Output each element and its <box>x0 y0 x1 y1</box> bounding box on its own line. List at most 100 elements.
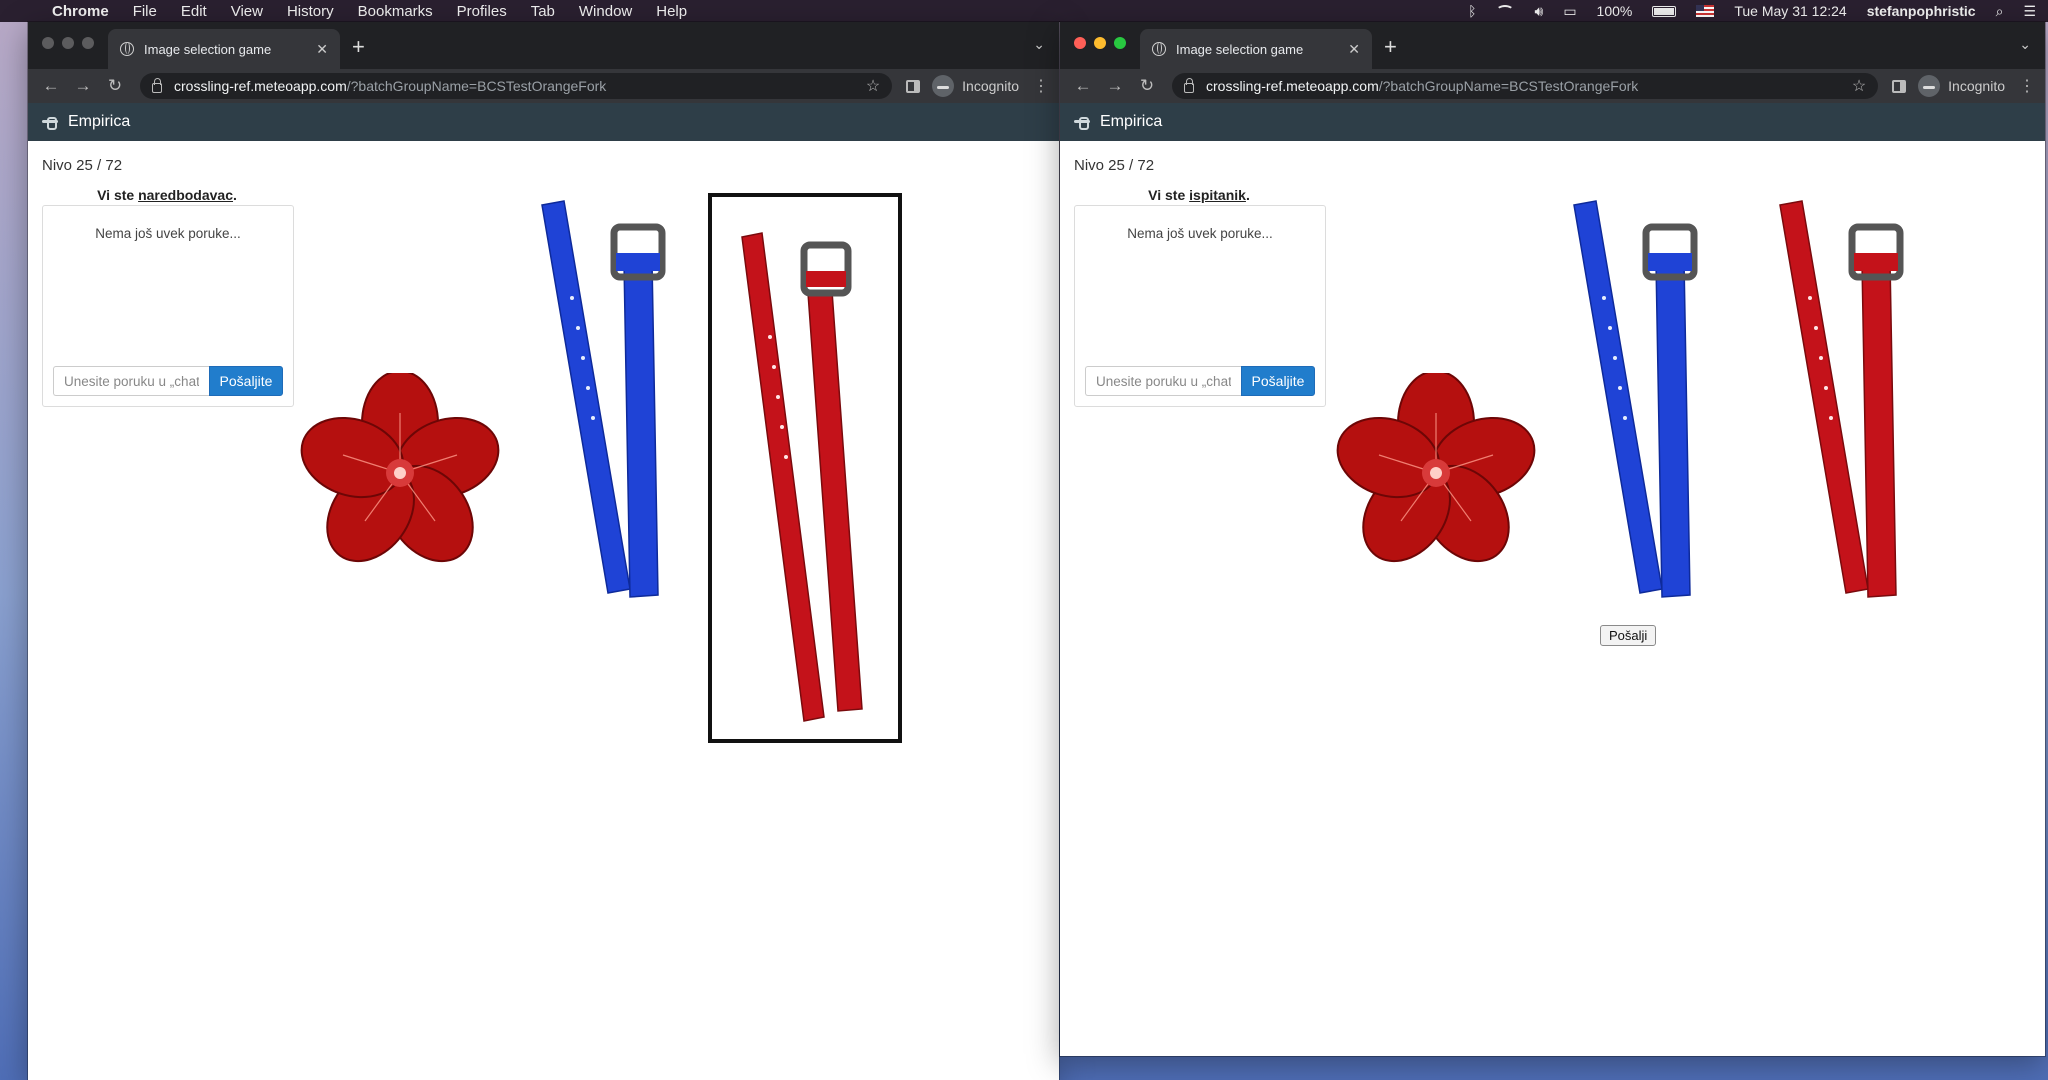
browser-toolbar: ← → ↻ crossling-ref.meteoapp.com /?batch… <box>1060 69 2045 103</box>
airplay-icon[interactable]: ▭ <box>1563 3 1576 20</box>
wifi-icon[interactable] <box>1496 5 1515 17</box>
image-card-belt-blue[interactable] <box>1544 193 1744 613</box>
spotlight-search-icon[interactable]: ⌕ <box>1996 3 2004 20</box>
browser-window-left: Image selection game ✕ + ⌄ ← → ↻ crossli… <box>28 22 1059 1080</box>
menu-window[interactable]: Window <box>579 3 632 20</box>
incognito-indicator[interactable]: Incognito <box>932 75 1019 97</box>
browser-toolbar: ← → ↻ crossling-ref.meteoapp.com /?batch… <box>28 69 1059 103</box>
menu-edit[interactable]: Edit <box>181 3 207 20</box>
macos-menubar: Chrome File Edit View History Bookmarks … <box>0 0 2048 22</box>
image-card-belt-red[interactable] <box>1750 193 1950 613</box>
menu-app-name[interactable]: Chrome <box>52 3 109 20</box>
window-controls <box>1074 37 1126 49</box>
new-tab-icon[interactable]: + <box>1384 34 1397 60</box>
back-icon[interactable]: ← <box>38 76 64 96</box>
level-counter: Nivo 25 / 72 <box>42 157 123 174</box>
image-card-belt-blue[interactable] <box>512 193 712 613</box>
address-bar[interactable]: crossling-ref.meteoapp.com /?batchGroupN… <box>140 73 893 99</box>
role-prefix: Vi ste <box>97 187 139 203</box>
role-suffix: . <box>1245 187 1250 203</box>
tab-close-icon[interactable]: ✕ <box>316 41 328 58</box>
browser-window-right: Image selection game ✕ + ⌄ ← → ↻ crossli… <box>1060 22 2045 1056</box>
chat-panel: Nema još uvek poruke... Pošaljite <box>1074 205 1326 407</box>
empirica-logo-icon <box>42 117 58 130</box>
tab-title: Image selection game <box>144 41 272 57</box>
tab-close-icon[interactable]: ✕ <box>1348 41 1360 58</box>
apple-icon[interactable] <box>12 2 28 20</box>
lock-icon[interactable] <box>1184 78 1194 93</box>
submit-button[interactable]: Pošalji <box>1600 625 1657 646</box>
close-window-icon[interactable] <box>1074 37 1086 49</box>
menu-profiles[interactable]: Profiles <box>457 3 507 20</box>
blue-belt-image <box>1573 200 1698 598</box>
user-name[interactable]: stefanpophristic <box>1867 3 1976 19</box>
browser-tab[interactable]: Image selection game ✕ <box>1140 29 1372 69</box>
menu-view[interactable]: View <box>231 3 263 20</box>
browser-menu-icon[interactable]: ⋮ <box>2019 76 2035 96</box>
tab-search-chevron-icon[interactable]: ⌄ <box>1033 36 1045 53</box>
lock-icon[interactable] <box>152 78 162 93</box>
page-content: Nivo 25 / 72 Vi ste ispitanik. Nema još … <box>1060 141 2045 1056</box>
input-source-flag-icon[interactable] <box>1696 5 1715 17</box>
bluetooth-icon[interactable]: ᛒ <box>1468 3 1476 19</box>
incognito-label: Incognito <box>962 78 1019 94</box>
image-card-belt-red-selected[interactable] <box>708 193 902 743</box>
red-belt-image <box>741 232 863 722</box>
image-card-flower[interactable] <box>300 373 500 573</box>
zoom-window-icon[interactable] <box>82 37 94 49</box>
chat-panel: Nema još uvek poruke... Pošaljite <box>42 205 294 407</box>
chat-input-row: Pošaljite <box>53 366 283 396</box>
forward-icon[interactable]: → <box>1102 76 1128 96</box>
menubar-status-area: ᛒ 🔊︎ ▭ 100% Tue May 31 12:24 stefanpophr… <box>1468 3 2036 20</box>
url-path: /?batchGroupName=BCSTestOrangeFork <box>346 78 607 94</box>
bookmark-star-icon[interactable]: ☆ <box>1852 76 1866 96</box>
chat-input[interactable] <box>53 366 209 396</box>
minimize-window-icon[interactable] <box>62 37 74 49</box>
incognito-label: Incognito <box>1948 78 2005 94</box>
control-center-icon[interactable]: ☰ <box>2023 3 2036 20</box>
tab-search-chevron-icon[interactable]: ⌄ <box>2019 36 2031 53</box>
bookmark-star-icon[interactable]: ☆ <box>866 76 880 96</box>
app-header: Empirica <box>1060 103 2045 141</box>
flower-image <box>1336 373 1536 563</box>
battery-icon[interactable] <box>1652 5 1677 17</box>
menu-history[interactable]: History <box>287 3 334 20</box>
role-suffix: . <box>233 187 237 203</box>
clock[interactable]: Tue May 31 12:24 <box>1734 3 1846 19</box>
incognito-indicator[interactable]: Incognito <box>1918 75 2005 97</box>
menu-help[interactable]: Help <box>656 3 687 20</box>
flower-image <box>300 373 500 563</box>
incognito-icon <box>932 75 955 97</box>
role-prefix: Vi ste <box>1148 187 1190 203</box>
window-controls <box>42 37 94 49</box>
tab-title: Image selection game <box>1176 41 1304 57</box>
menu-file[interactable]: File <box>133 3 157 20</box>
volume-icon[interactable]: 🔊︎ <box>1534 3 1543 20</box>
reload-icon[interactable]: ↻ <box>1134 76 1160 96</box>
url-host: crossling-ref.meteoapp.com <box>1206 78 1379 94</box>
reload-icon[interactable]: ↻ <box>102 76 128 96</box>
forward-icon[interactable]: → <box>70 76 96 96</box>
minimize-window-icon[interactable] <box>1094 37 1106 49</box>
browser-tab[interactable]: Image selection game ✕ <box>108 29 340 69</box>
browser-menu-icon[interactable]: ⋮ <box>1033 76 1049 96</box>
image-card-flower[interactable] <box>1336 373 1536 573</box>
menu-tab[interactable]: Tab <box>531 3 555 20</box>
chat-input[interactable] <box>1085 366 1241 396</box>
level-counter: Nivo 25 / 72 <box>1074 157 1155 174</box>
globe-icon <box>120 42 134 56</box>
role-text: Vi ste ispitanik. <box>1074 187 1324 203</box>
chat-send-button[interactable]: Pošaljite <box>209 366 283 396</box>
address-bar[interactable]: crossling-ref.meteoapp.com /?batchGroupN… <box>1172 73 1879 99</box>
close-window-icon[interactable] <box>42 37 54 49</box>
zoom-window-icon[interactable] <box>1114 37 1126 49</box>
new-tab-icon[interactable]: + <box>352 34 365 60</box>
chat-send-button[interactable]: Pošaljite <box>1241 366 1315 396</box>
blue-belt-image <box>541 200 666 598</box>
browser-titlebar: Image selection game ✕ + ⌄ <box>28 22 1059 69</box>
side-panel-icon[interactable] <box>906 79 921 93</box>
back-icon[interactable]: ← <box>1070 76 1096 96</box>
role-name: naredbodavac <box>138 187 234 203</box>
side-panel-icon[interactable] <box>1892 79 1907 93</box>
menu-bookmarks[interactable]: Bookmarks <box>358 3 433 20</box>
